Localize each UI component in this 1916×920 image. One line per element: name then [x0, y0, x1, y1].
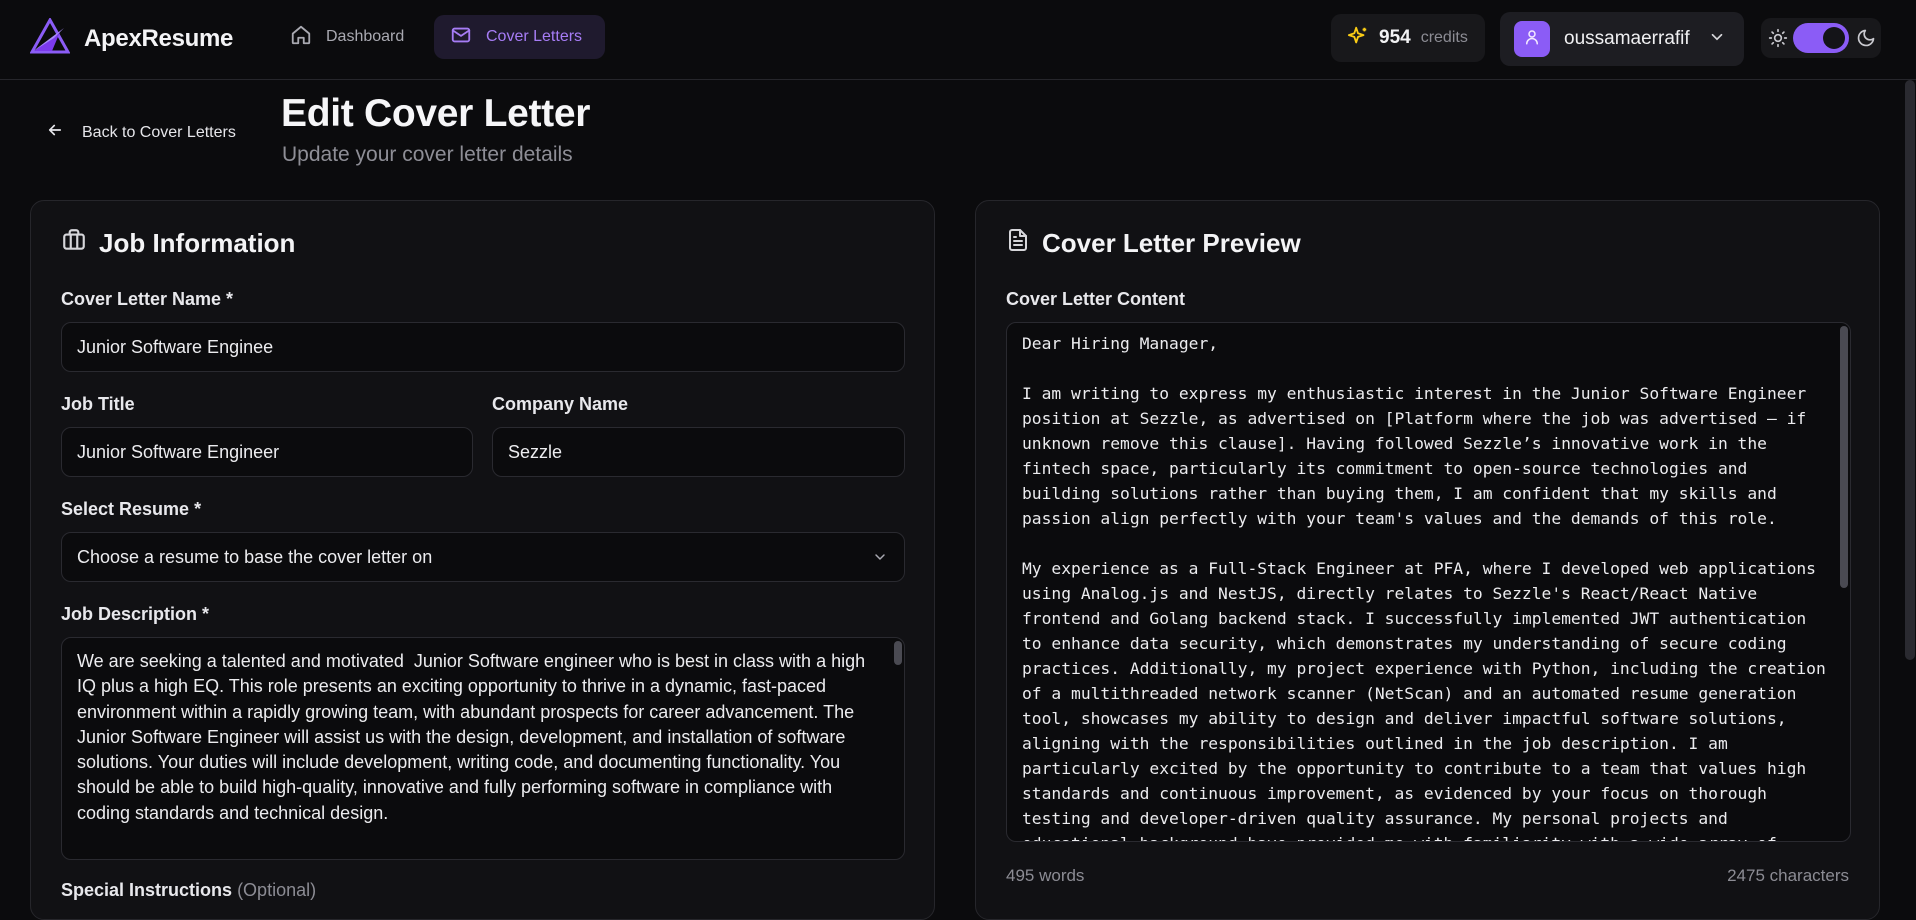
job-description-label: Job Description * — [61, 604, 210, 624]
page-title: Edit Cover Letter — [281, 92, 591, 135]
page-scrollbar[interactable] — [1905, 80, 1915, 660]
job-information-heading: Job Information — [99, 228, 296, 258]
select-resume-value: Choose a resume to base the cover letter… — [77, 546, 433, 567]
back-label: Back to Cover Letters — [82, 123, 236, 141]
mail-icon — [450, 24, 472, 51]
page-subtitle: Update your cover letter details — [282, 143, 573, 166]
cover-letter-preview-heading: Cover Letter Preview — [1042, 228, 1301, 258]
credits-badge[interactable]: 954 credits — [1331, 14, 1485, 62]
job-description-scrollbar[interactable] — [894, 641, 902, 665]
cover-letter-scrollbar[interactable] — [1840, 326, 1848, 588]
job-description-text: We are seeking a talented and motivated … — [77, 651, 871, 823]
logo-icon — [29, 16, 71, 59]
credits-count: 954 — [1379, 27, 1411, 48]
nav-cover-letters-label: Cover Letters — [486, 28, 583, 45]
job-title-input[interactable]: Junior Software Engineer — [61, 427, 473, 477]
company-name-label: Company Name — [492, 394, 629, 414]
character-count: 2475 characters — [1727, 866, 1849, 885]
select-resume-dropdown[interactable]: Choose a resume to base the cover letter… — [61, 532, 905, 582]
company-name-input[interactable]: Sezzle — [492, 427, 905, 477]
cover-letter-name-input[interactable]: Junior Software Enginee — [61, 322, 905, 372]
theme-toggle[interactable] — [1793, 23, 1849, 53]
job-description-textarea[interactable]: We are seeking a talented and motivated … — [61, 637, 905, 860]
sparkles-icon — [1347, 25, 1369, 52]
select-resume-label: Select Resume * — [61, 499, 202, 519]
toggle-knob — [1823, 27, 1845, 49]
cover-letter-content-label: Cover Letter Content — [1006, 289, 1186, 309]
nav-cover-letters[interactable]: Cover Letters — [434, 15, 605, 59]
arrow-left-icon — [46, 121, 64, 144]
cover-letter-content-text: Dear Hiring Manager, I am writing to exp… — [1022, 334, 1826, 841]
nav-dashboard-label: Dashboard — [326, 28, 405, 45]
user-icon — [1523, 28, 1541, 51]
credits-label: credits — [1420, 29, 1468, 46]
app-name: ApexResume — [84, 24, 234, 52]
cover-letter-content-textarea[interactable]: Dear Hiring Manager, I am writing to exp… — [1006, 322, 1851, 842]
user-menu[interactable]: oussamaerrafif — [1500, 12, 1744, 66]
cover-letter-preview-title: Cover Letter Preview — [1006, 227, 1301, 260]
job-information-title: Job Information — [61, 227, 295, 260]
app-logo[interactable]: ApexResume — [29, 16, 234, 59]
cover-letter-preview-card: Cover Letter Preview Cover Letter Conten… — [975, 200, 1880, 920]
sun-icon — [1768, 28, 1788, 53]
job-title-label: Job Title — [61, 394, 135, 414]
special-instructions-text: Special Instructions — [61, 880, 233, 900]
job-information-card: Job Information Cover Letter Name * Juni… — [30, 200, 935, 920]
file-text-icon — [1006, 227, 1030, 260]
theme-switcher — [1761, 18, 1881, 58]
moon-icon — [1856, 28, 1876, 53]
nav-dashboard[interactable]: Dashboard — [274, 15, 420, 59]
chevron-down-icon — [872, 549, 888, 570]
back-button[interactable]: Back to Cover Letters — [46, 121, 236, 144]
user-name: oussamaerrafif — [1564, 28, 1690, 49]
word-count: 495 words — [1006, 866, 1085, 885]
avatar — [1514, 21, 1550, 57]
top-navbar: ApexResume Dashboard Cover Letters 954 c… — [0, 0, 1916, 80]
cover-letter-name-label: Cover Letter Name * — [61, 289, 234, 309]
briefcase-icon — [61, 227, 87, 260]
optional-tag: (Optional) — [237, 880, 317, 900]
home-icon — [290, 24, 312, 51]
chevron-down-icon — [1708, 28, 1726, 51]
